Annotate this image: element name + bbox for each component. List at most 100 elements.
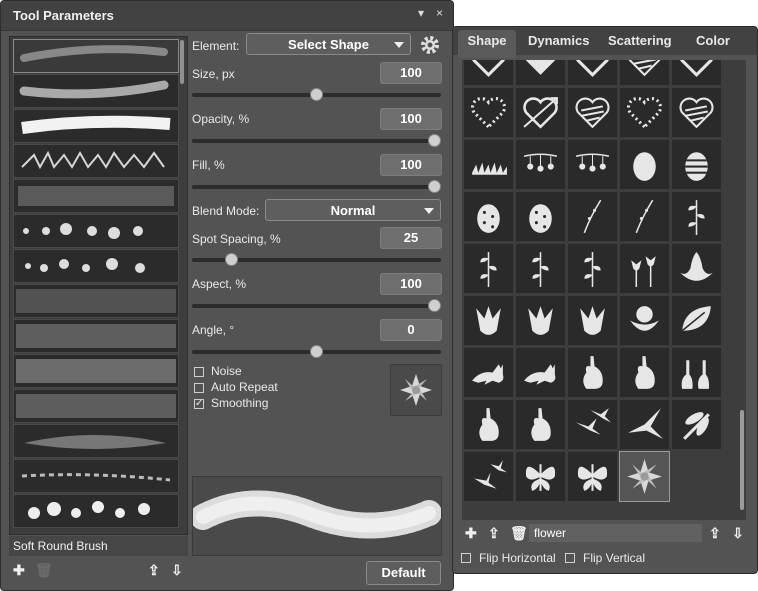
export-icon[interactable]: ⇩ [171, 563, 183, 577]
shape-cell-rabbit[interactable] [620, 348, 669, 397]
slider-thumb[interactable] [225, 253, 239, 266]
brush-item[interactable] [13, 424, 179, 458]
shape-cell-berries-branch[interactable] [568, 140, 617, 189]
tab-color[interactable]: Color [696, 33, 730, 48]
shape-cell-heart-outline[interactable] [672, 60, 721, 85]
shape-cell-heart-scribble[interactable] [672, 88, 721, 137]
brush-item[interactable] [13, 74, 179, 108]
shape-cell-swallows[interactable] [568, 400, 617, 449]
shape-cell-tulip[interactable] [464, 296, 513, 345]
shape-cell-twig[interactable] [620, 192, 669, 241]
angle-input[interactable]: 0 [380, 319, 442, 341]
shape-cell-tulip[interactable] [516, 296, 565, 345]
slider-thumb[interactable] [428, 180, 441, 193]
flip-horizontal-checkbox[interactable] [461, 553, 471, 563]
shape-cell-butterfly[interactable] [568, 452, 617, 501]
brush-item[interactable] [13, 109, 179, 143]
brush-item[interactable] [13, 39, 179, 73]
add-icon[interactable]: ✚ [13, 563, 25, 577]
brush-item[interactable] [13, 249, 179, 283]
brush-item[interactable] [13, 284, 179, 318]
brush-list-scrollbar[interactable] [180, 40, 184, 84]
add-icon[interactable]: ✚ [465, 526, 477, 540]
brush-item[interactable] [13, 144, 179, 178]
noise-checkbox[interactable] [194, 367, 204, 377]
shape-cell-rabbits[interactable] [672, 348, 721, 397]
export-icon[interactable]: ⇩ [732, 526, 744, 540]
smoothing-checkbox[interactable]: ✓ [194, 399, 204, 409]
shape-cell-egg[interactable] [620, 140, 669, 189]
shape-cell-dragonfly[interactable] [672, 400, 721, 449]
shape-cell-twig[interactable] [568, 192, 617, 241]
slider-thumb[interactable] [428, 134, 441, 147]
shape-cell-leaf-branch[interactable] [516, 244, 565, 293]
shape-cell-butterfly[interactable] [516, 452, 565, 501]
tab-scattering[interactable]: Scattering [608, 33, 672, 48]
aspect-input[interactable]: 100 [380, 273, 442, 295]
shape-cell-egg-dotted[interactable] [516, 192, 565, 241]
shape-cell-leaf-branch[interactable] [568, 244, 617, 293]
spot-spacing-input[interactable]: 25 [380, 227, 442, 249]
shape-cell-heart-arrow[interactable] [516, 88, 565, 137]
brush-item[interactable] [13, 214, 179, 248]
shape-cell-egg-dotted[interactable] [464, 192, 513, 241]
panel-menu-button[interactable]: ▾ [418, 6, 424, 20]
slider-thumb[interactable] [428, 299, 441, 312]
shape-cell-flower[interactable] [619, 451, 670, 502]
scrollbar-thumb[interactable] [740, 410, 744, 510]
brush-name-field[interactable]: Soft Round Brush [9, 536, 188, 556]
shape-cell-heart-scribble[interactable] [568, 88, 617, 137]
brush-item[interactable] [13, 494, 179, 528]
close-panel-button[interactable]: × [436, 6, 443, 20]
brush-item[interactable] [13, 319, 179, 353]
shape-search-input[interactable]: flower [529, 524, 702, 542]
shape-cell-egg-striped[interactable] [672, 140, 721, 189]
tab-shape[interactable]: Shape [458, 30, 516, 58]
angle-slider[interactable] [192, 345, 441, 358]
element-dropdown[interactable]: Select Shape [246, 33, 411, 55]
import-icon[interactable]: ⇪ [488, 526, 500, 540]
shape-cell-tulip[interactable] [568, 296, 617, 345]
brush-list[interactable] [9, 36, 188, 535]
flip-vertical-checkbox[interactable] [565, 553, 575, 563]
shape-cell-tulips[interactable] [620, 244, 669, 293]
shape-cell-heart-scribble[interactable] [620, 60, 669, 85]
fill-input[interactable]: 100 [380, 154, 442, 176]
shape-cell-leaf-branch[interactable] [672, 192, 721, 241]
shape-cell-tulip-open[interactable] [620, 296, 669, 345]
opacity-slider[interactable] [192, 134, 441, 147]
brush-item[interactable] [13, 179, 179, 213]
size-slider[interactable] [192, 88, 441, 101]
import-icon[interactable]: ⇪ [709, 526, 721, 540]
brush-item[interactable] [13, 389, 179, 423]
shape-cell-grass[interactable] [464, 140, 513, 189]
shape-cell-rabbit[interactable] [516, 400, 565, 449]
shape-cell-rabbit[interactable] [568, 348, 617, 397]
shape-cell-lotus[interactable] [672, 244, 721, 293]
opacity-input[interactable]: 100 [380, 108, 442, 130]
shape-cell-rabbit-running[interactable] [516, 348, 565, 397]
shape-cell-leaf-branch[interactable] [464, 244, 513, 293]
gear-icon[interactable] [419, 34, 441, 56]
brush-item[interactable] [13, 459, 179, 493]
tab-dynamics[interactable]: Dynamics [528, 33, 589, 48]
size-input[interactable]: 100 [380, 62, 442, 84]
auto-repeat-checkbox[interactable] [194, 383, 204, 393]
shape-cell-birds[interactable] [464, 452, 513, 501]
shape-cell-berries-branch[interactable] [516, 140, 565, 189]
shape-grid[interactable] [462, 60, 738, 520]
shape-cell-heart-outline[interactable] [464, 60, 513, 85]
fill-slider[interactable] [192, 180, 441, 193]
shape-cell-heart[interactable] [516, 60, 565, 85]
slider-thumb[interactable] [310, 345, 323, 358]
shape-cell-leaf[interactable] [672, 296, 721, 345]
blend-mode-dropdown[interactable]: Normal [265, 199, 441, 221]
shape-cell-rabbit[interactable] [464, 400, 513, 449]
import-icon[interactable]: ⇪ [148, 563, 160, 577]
shape-cell-heart-outline[interactable] [568, 60, 617, 85]
shape-grid-scrollbar[interactable] [738, 60, 746, 520]
shape-cell-swallow[interactable] [620, 400, 669, 449]
shape-thumbnail[interactable] [390, 364, 442, 416]
default-button[interactable]: Default [366, 561, 441, 585]
shape-cell-rabbit-running[interactable] [464, 348, 513, 397]
